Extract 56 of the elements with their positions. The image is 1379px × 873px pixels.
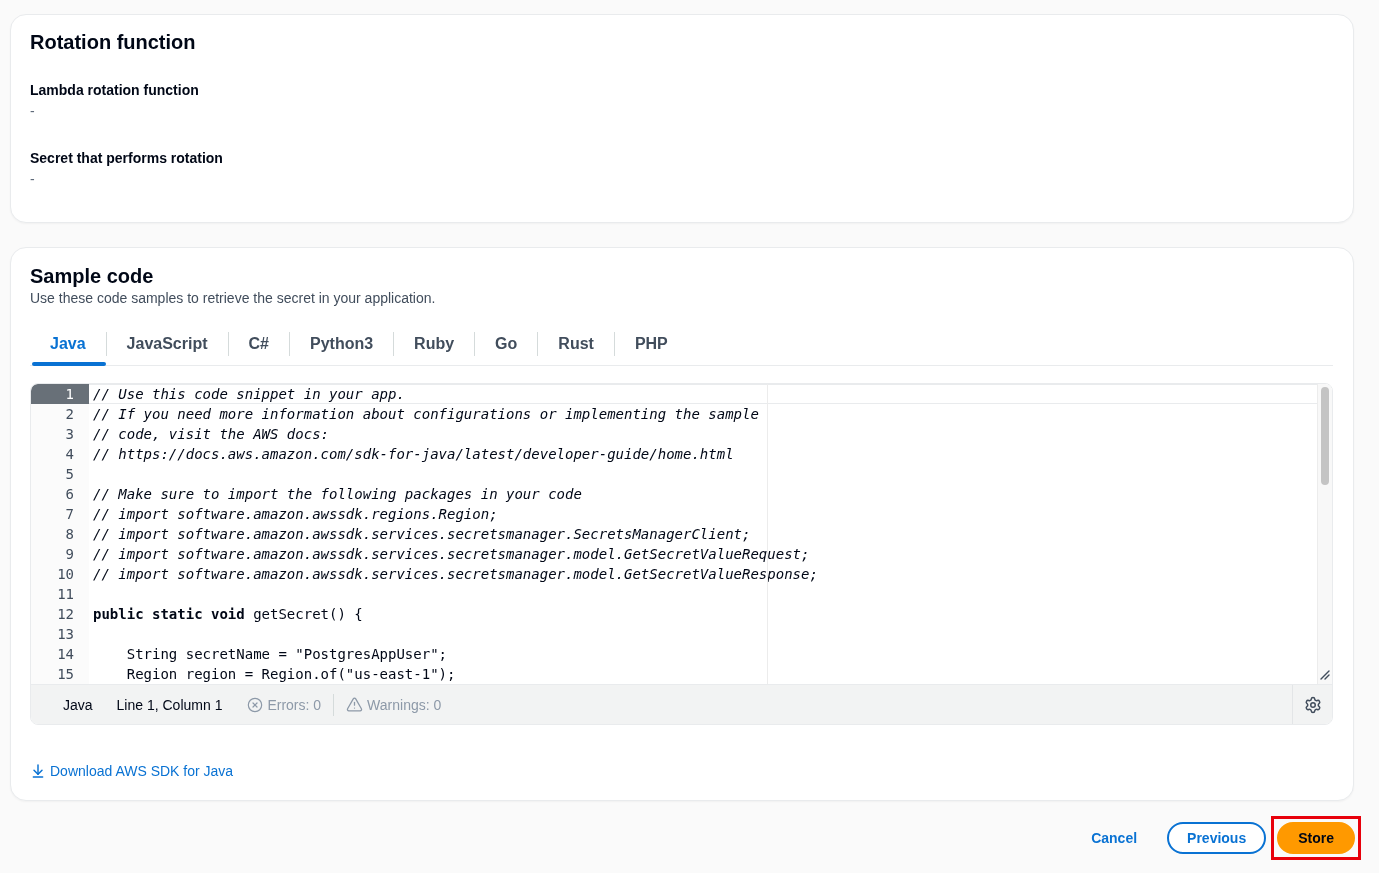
code-line: // import software.amazon.awssdk.services.secretsmanager.model.GetSecretValueResponse; xyxy=(93,565,818,584)
line-number: 5 xyxy=(64,465,75,484)
code-line: // code, visit the AWS docs: xyxy=(93,425,329,444)
code-line: String secretName = "PostgresAppUser"; xyxy=(125,645,447,664)
line-number: 7 xyxy=(64,505,75,524)
code-line: // If you need more information about configurations or implementing the sample xyxy=(93,405,759,424)
scrollbar[interactable] xyxy=(1321,387,1329,485)
line-number: 4 xyxy=(64,445,75,464)
code-line: // Use this code snippet in your app. xyxy=(93,385,405,404)
secondary-button[interactable]: Previous xyxy=(1167,822,1267,854)
language-tab[interactable]: PHP xyxy=(614,326,688,365)
language-tab[interactable]: Java xyxy=(30,326,106,365)
line-number: 13 xyxy=(56,625,75,644)
code-line: // import software.amazon.awssdk.services.secretsmanager.SecretsManagerClient; xyxy=(93,525,751,544)
section-description: Use these code samples to retrieve the secret in your application. xyxy=(30,289,436,308)
error-count: Errors: 0 xyxy=(267,696,322,713)
line-number: 8 xyxy=(64,525,75,544)
line-number: 15 xyxy=(56,665,75,684)
warning-icon xyxy=(346,696,364,713)
line-number: 1 xyxy=(31,384,89,404)
language-tab[interactable]: Rust xyxy=(538,326,614,365)
error-icon xyxy=(247,696,264,713)
settings-icon xyxy=(1303,695,1322,714)
section-title: Rotation function xyxy=(30,30,196,54)
warning-count: Warnings: 0 xyxy=(367,696,442,713)
cancel-link-button[interactable]: Cancel xyxy=(1071,822,1158,854)
line-number: 2 xyxy=(64,405,75,424)
field-label: Secret that performs rotation xyxy=(30,149,223,168)
download-icon xyxy=(30,763,46,779)
line-number: 3 xyxy=(64,425,75,444)
field-label: Lambda rotation function xyxy=(30,81,199,100)
field-value: - xyxy=(30,102,35,121)
language-tab[interactable]: Python3 xyxy=(290,326,394,365)
download-link[interactable]: Download AWS SDK for Java xyxy=(30,761,234,781)
code-line: public static void getSecret() { xyxy=(93,605,363,624)
line-number: 9 xyxy=(64,545,75,564)
language-tab[interactable]: JavaScript xyxy=(106,326,228,365)
code-line: // import software.amazon.awssdk.services.secretsmanager.model.GetSecretValueRequest; xyxy=(93,545,810,564)
line-number: 10 xyxy=(56,565,75,584)
code-line: // https://docs.aws.amazon.com/sdk-for-java/latest/developer-guide/home.html xyxy=(93,445,734,464)
field-value: - xyxy=(30,170,35,189)
cursor-position: Line 1, Column 1 xyxy=(116,696,223,713)
section-title: Sample code xyxy=(30,264,154,288)
code-line: // Make sure to import the following packages in your code xyxy=(93,485,582,504)
language-tab[interactable]: Ruby xyxy=(394,326,475,365)
code-line: Region region = Region.of("us-east-1"); xyxy=(125,665,456,684)
language-tab[interactable]: Go xyxy=(475,326,538,365)
line-number: 6 xyxy=(64,485,75,504)
resize-handle-icon[interactable] xyxy=(1320,670,1330,680)
code-line: // import software.amazon.awssdk.regions.Region; xyxy=(93,505,498,524)
primary-button[interactable]: Store xyxy=(1277,822,1355,854)
language-tab[interactable]: C# xyxy=(228,326,289,365)
line-number: 14 xyxy=(56,645,75,664)
line-number: 12 xyxy=(56,605,75,624)
line-number: 11 xyxy=(56,585,75,604)
language-label: Java xyxy=(63,696,93,713)
